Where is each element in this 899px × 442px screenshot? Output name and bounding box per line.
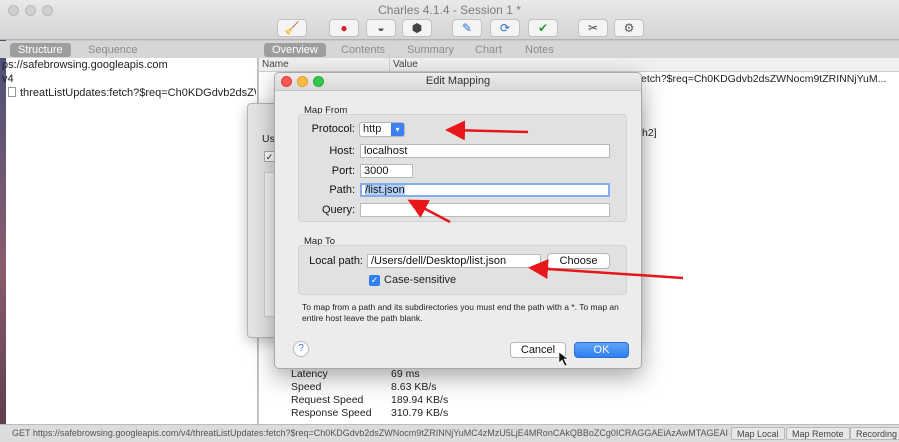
column-header-name[interactable]: Name	[259, 58, 389, 72]
tab-notes[interactable]: Notes	[517, 43, 562, 57]
overview-row-name: Response Speed	[291, 407, 372, 419]
bg-dialog-label: Us	[262, 133, 275, 145]
record-button[interactable]: ●	[329, 19, 359, 37]
throttle-icon: ◒	[377, 21, 385, 35]
overview-row-value: 189.94 KB/s	[391, 394, 449, 406]
dialog-title: Edit Mapping	[275, 73, 641, 91]
ok-button[interactable]: OK	[574, 342, 629, 358]
case-sensitive-label: Case-sensitive	[384, 274, 457, 286]
tab-chart[interactable]: Chart	[467, 43, 510, 57]
validate-button[interactable]: ✔	[528, 19, 558, 37]
status-bar: GET https://safebrowsing.googleapis.com/…	[0, 424, 899, 442]
map-from-group: Protocol: http ▾ Host: localhost Port: 3…	[298, 114, 627, 222]
host-field[interactable]: localhost	[360, 144, 610, 158]
tab-structure[interactable]: Structure	[10, 43, 71, 57]
overview-row-name: Speed	[291, 381, 322, 393]
recording-button[interactable]: Recording	[850, 427, 899, 440]
map-local-button[interactable]: Map Local	[731, 427, 785, 440]
local-path-label: Local path:	[309, 255, 363, 267]
broom-button[interactable]: 🧹	[277, 19, 307, 37]
window-title: Charles 4.1.4 - Session 1 *	[378, 3, 521, 17]
path-field[interactable]: /list.json	[360, 183, 610, 197]
map-to-group: Local path: /Users/dell/Desktop/list.jso…	[298, 245, 627, 295]
broom-icon: 🧹	[284, 21, 300, 35]
structure-tree: ps://safebrowsing.googleapis.com v4 thre…	[2, 58, 258, 424]
compose-button[interactable]: ✎	[452, 19, 482, 37]
edit-mapping-dialog: Edit Mapping Map From Protocol: http ▾ H…	[274, 72, 642, 369]
overview-row-name: Latency	[291, 368, 328, 380]
query-label: Query:	[321, 204, 355, 216]
overview-row-value: 310.79 KB/s	[391, 407, 449, 419]
tab-sequence[interactable]: Sequence	[80, 43, 146, 57]
choose-button[interactable]: Choose	[547, 253, 610, 269]
overview-protocol-fragment: h2]	[642, 127, 657, 139]
tree-item-host[interactable]: ps://safebrowsing.googleapis.com	[2, 59, 168, 71]
tools-button[interactable]: ✂	[578, 19, 608, 37]
throttle-button[interactable]: ◒	[366, 19, 396, 37]
host-label: Host:	[329, 145, 355, 157]
help-button[interactable]: ?	[293, 341, 309, 357]
dialog-close-icon[interactable]	[281, 76, 292, 87]
overview-row-value: 8.63 KB/s	[391, 381, 437, 393]
repeat-button[interactable]: ⟳	[490, 19, 520, 37]
repeat-icon: ⟳	[499, 21, 511, 35]
case-sensitive-checkbox[interactable]: ✓	[369, 275, 380, 286]
protocol-select-value: http	[363, 123, 382, 135]
tools-icon: ✂	[587, 21, 599, 35]
port-field[interactable]: 3000	[360, 164, 413, 178]
overview-row-name: Request Speed	[291, 394, 364, 406]
dialog-zoom-icon[interactable]	[313, 76, 324, 87]
map-remote-button[interactable]: Map Remote	[786, 427, 850, 440]
tab-overview[interactable]: Overview	[264, 43, 326, 57]
overview-row-value: 69 ms	[391, 368, 420, 380]
status-text: GET https://safebrowsing.googleapis.com/…	[12, 428, 728, 438]
path-label: Path:	[329, 184, 355, 196]
settings-icon: ⚙	[623, 21, 635, 35]
path-field-value: /list.json	[365, 184, 405, 196]
port-label: Port:	[331, 165, 355, 177]
breakpoint-button[interactable]: ⬢	[402, 19, 432, 37]
path-help-note: To map from a path and its subdirectorie…	[302, 302, 619, 323]
column-header-value[interactable]: Value	[389, 58, 899, 72]
tree-item-request[interactable]: threatListUpdates:fetch?$req=Ch0KDGdvb2d…	[8, 87, 256, 99]
protocol-select[interactable]: http ▾	[359, 122, 405, 137]
tree-item-folder[interactable]: v4	[2, 73, 14, 85]
settings-button[interactable]: ⚙	[614, 19, 644, 37]
local-path-field[interactable]: /Users/dell/Desktop/list.json	[367, 254, 541, 268]
protocol-label: Protocol:	[311, 123, 355, 135]
breakpoint-icon: ⬢	[411, 21, 423, 35]
document-icon	[8, 87, 16, 97]
record-icon: ●	[340, 21, 348, 35]
chevron-down-icon: ▾	[391, 123, 404, 136]
tab-contents[interactable]: Contents	[333, 43, 393, 57]
tab-summary[interactable]: Summary	[399, 43, 462, 57]
tree-item-request-label: threatListUpdates:fetch?$req=Ch0KDGdvb2d…	[20, 87, 256, 99]
dialog-minimize-icon[interactable]	[297, 76, 308, 87]
validate-icon: ✔	[537, 21, 549, 35]
window-titlebar: Charles 4.1.4 - Session 1 * 🧹 ● ◒ ⬢ ✎ ⟳ ✔ ✂ ⚙	[0, 0, 899, 40]
tabs-row: Structure Sequence Overview Contents Sum…	[0, 41, 899, 58]
overview-url-value: etch?$req=Ch0KDGdvb2dsZWNocm9tZRINNjYuM.…	[641, 73, 887, 85]
compose-icon: ✎	[461, 21, 473, 35]
cancel-button[interactable]: Cancel	[510, 342, 566, 358]
query-field[interactable]	[360, 203, 610, 217]
